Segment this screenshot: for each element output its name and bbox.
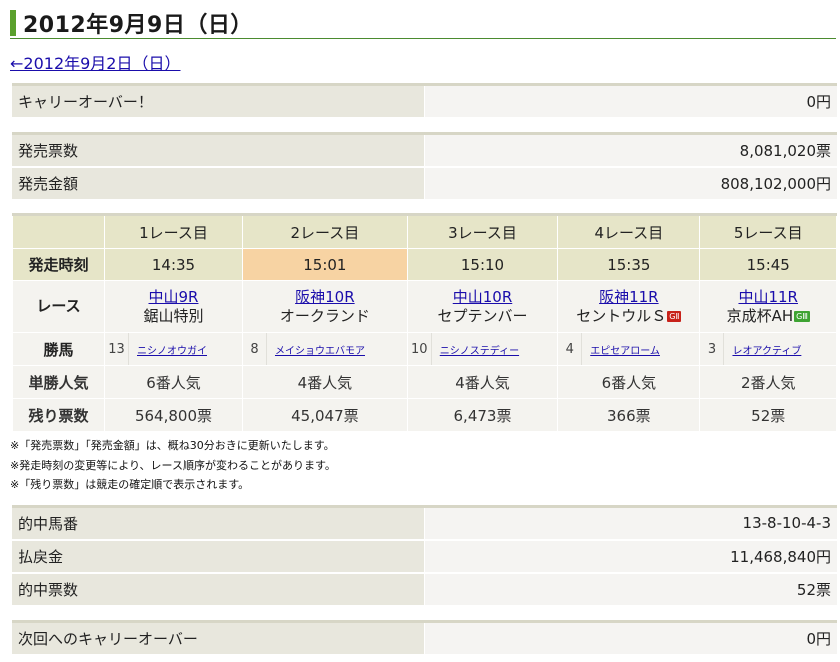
race-header-row: 1レース目 2レース目 3レース目 4レース目 5レース目 — [12, 214, 837, 249]
post-time-4: 15:35 — [557, 248, 701, 281]
page-title-text: 2012年9月9日（日） — [23, 12, 253, 38]
race-row: レース 中山9R 鋸山特別 阪神10R オークランド 中山10R セプテンバー … — [12, 280, 837, 333]
race-header-1: 1レース目 — [104, 214, 243, 249]
next-carryover-value: 0円 — [424, 621, 837, 656]
race-name-5: 京成杯AH — [726, 306, 794, 325]
results-table: 的中馬番 13-8-10-4-3 払戻金 11,468,840円 的中票数 52… — [12, 505, 837, 607]
popularity-label: 単勝人気 — [12, 365, 105, 399]
winning-tickets-label: 的中票数 — [12, 572, 425, 607]
popularity-row: 単勝人気 6番人気 4番人気 4番人気 6番人気 2番人気 — [12, 365, 837, 399]
remaining-1: 564,800票 — [104, 398, 243, 432]
sales-count-label: 発売票数 — [12, 133, 425, 168]
remaining-5: 52票 — [699, 398, 837, 432]
note-2: ※発走時刻の変更等により、レース順序が変わることがあります。 — [10, 458, 336, 472]
race-label: レース — [12, 280, 105, 333]
race-header-5: 5レース目 — [699, 214, 837, 249]
winning-tickets-row: 的中票数 52票 — [12, 572, 837, 607]
popularity-5: 2番人気 — [699, 365, 837, 399]
next-carryover-table: 次回へのキャリーオーバー 0円 — [12, 620, 837, 656]
remaining-3: 6,473票 — [406, 398, 559, 432]
race-table: 1レース目 2レース目 3レース目 4レース目 5レース目 発走時刻 14:35… — [12, 213, 837, 432]
winner-horse-link-4[interactable]: エピセアローム — [582, 342, 699, 357]
sales-amount-label: 発売金額 — [12, 166, 425, 201]
race-header-3: 3レース目 — [406, 214, 559, 249]
previous-date-link[interactable]: ←2012年9月2日（日） — [10, 50, 181, 74]
post-time-5: 15:45 — [699, 248, 837, 281]
winner-cell-2: 8 メイショウエバモア — [241, 332, 408, 366]
winner-number-2: 8 — [243, 333, 267, 365]
race-link-5[interactable]: 中山11R — [738, 288, 798, 306]
next-carryover-label: 次回へのキャリーオーバー — [12, 621, 425, 656]
sales-count-value: 8,081,020票 — [424, 133, 837, 168]
race-cell-2: 阪神10R オークランド — [241, 280, 408, 333]
winning-numbers-row: 的中馬番 13-8-10-4-3 — [12, 506, 837, 541]
sales-count-row: 発売票数 8,081,020票 — [12, 133, 837, 168]
popularity-1: 6番人気 — [104, 365, 243, 399]
remaining-label: 残り票数 — [12, 398, 105, 432]
race-link-4[interactable]: 阪神11R — [599, 288, 659, 306]
race-link-3[interactable]: 中山10R — [453, 288, 513, 306]
remaining-2: 45,047票 — [241, 398, 408, 432]
winning-numbers-label: 的中馬番 — [12, 506, 425, 541]
race-header-4: 4レース目 — [557, 214, 701, 249]
post-time-row: 発走時刻 14:35 15:01 15:10 15:35 15:45 — [12, 248, 837, 281]
winner-number-4: 4 — [558, 333, 583, 365]
payout-label: 払戻金 — [12, 539, 425, 574]
carryover-label: キャリーオーバー！ — [12, 84, 425, 119]
winning-numbers-value: 13-8-10-4-3 — [424, 506, 837, 541]
carryover-row: キャリーオーバー！ 0円 — [12, 84, 837, 119]
winner-number-5: 3 — [700, 333, 725, 365]
sales-table: 発売票数 8,081,020票 発売金額 808,102,000円 — [12, 132, 837, 201]
winner-horse-link-3[interactable]: ニシノステディー — [432, 342, 557, 357]
race-name-1: 鋸山特別 — [143, 306, 204, 325]
post-time-3: 15:10 — [406, 248, 559, 281]
note-3: ※「残り票数」は競走の確定順で表示されます。 — [10, 478, 250, 491]
race-header-2: 2レース目 — [241, 214, 408, 249]
popularity-2: 4番人気 — [241, 365, 408, 399]
post-time-label: 発走時刻 — [12, 248, 105, 281]
popularity-4: 6番人気 — [557, 365, 701, 399]
title-accent-bar — [10, 9, 16, 36]
sales-amount-row: 発売金額 808,102,000円 — [12, 166, 837, 201]
carryover-table: キャリーオーバー！ 0円 — [12, 83, 837, 119]
notes: ※「発売票数」「発売金額」は、概ね30分おきに更新いたします。 ※発走時刻の変更… — [10, 436, 336, 495]
grade-badge-g2: GⅡ — [667, 310, 682, 322]
remaining-row: 残り票数 564,800票 45,047票 6,473票 366票 52票 — [12, 398, 837, 432]
winner-horse-link-2[interactable]: メイショウエバモア — [267, 342, 407, 357]
winning-tickets-value: 52票 — [424, 572, 837, 607]
popularity-3: 4番人気 — [406, 365, 559, 399]
race-cell-5: 中山11R 京成杯AH GⅢ — [699, 280, 837, 333]
race-cell-1: 中山9R 鋸山特別 — [104, 280, 243, 333]
page-title: 2012年9月9日（日） — [10, 7, 836, 39]
race-cell-3: 中山10R セプテンバー — [406, 280, 559, 333]
winner-cell-3: 10 ニシノステディー — [406, 332, 559, 366]
winner-horse-link-1[interactable]: ニシノオウガイ — [129, 342, 242, 357]
payout-value: 11,468,840円 — [424, 539, 837, 574]
race-name-2: オークランド — [279, 306, 370, 325]
winner-horse-link-5[interactable]: レオアクティブ — [724, 342, 836, 357]
race-name-4: セントウルＳ — [576, 306, 667, 325]
grade-badge-g3: GⅢ — [794, 310, 810, 322]
payout-row: 払戻金 11,468,840円 — [12, 539, 837, 574]
winner-label: 勝馬 — [12, 332, 105, 366]
winner-row: 勝馬 13 ニシノオウガイ 8 メイショウエバモア 10 ニシノステディー 4 エピセア… — [12, 332, 837, 366]
post-time-2: 15:01 — [241, 248, 408, 281]
winner-cell-1: 13 ニシノオウガイ — [104, 332, 243, 366]
race-link-2[interactable]: 阪神10R — [295, 288, 355, 306]
sales-amount-value: 808,102,000円 — [424, 166, 837, 201]
post-time-1: 14:35 — [104, 248, 243, 281]
winner-number-1: 13 — [105, 333, 129, 365]
note-1: ※「発売票数」「発売金額」は、概ね30分おきに更新いたします。 — [10, 439, 335, 452]
next-carryover-row: 次回へのキャリーオーバー 0円 — [12, 621, 837, 656]
race-link-1[interactable]: 中山9R — [149, 288, 199, 306]
race-cell-4: 阪神11R セントウルＳ GⅡ — [557, 280, 701, 333]
remaining-4: 366票 — [557, 398, 701, 432]
winner-cell-4: 4 エピセアローム — [557, 332, 701, 366]
header-corner — [12, 214, 105, 249]
race-name-3: セプテンバー — [437, 306, 528, 325]
winner-cell-5: 3 レオアクティブ — [699, 332, 837, 366]
carryover-value: 0円 — [424, 84, 837, 119]
winner-number-3: 10 — [408, 333, 432, 365]
